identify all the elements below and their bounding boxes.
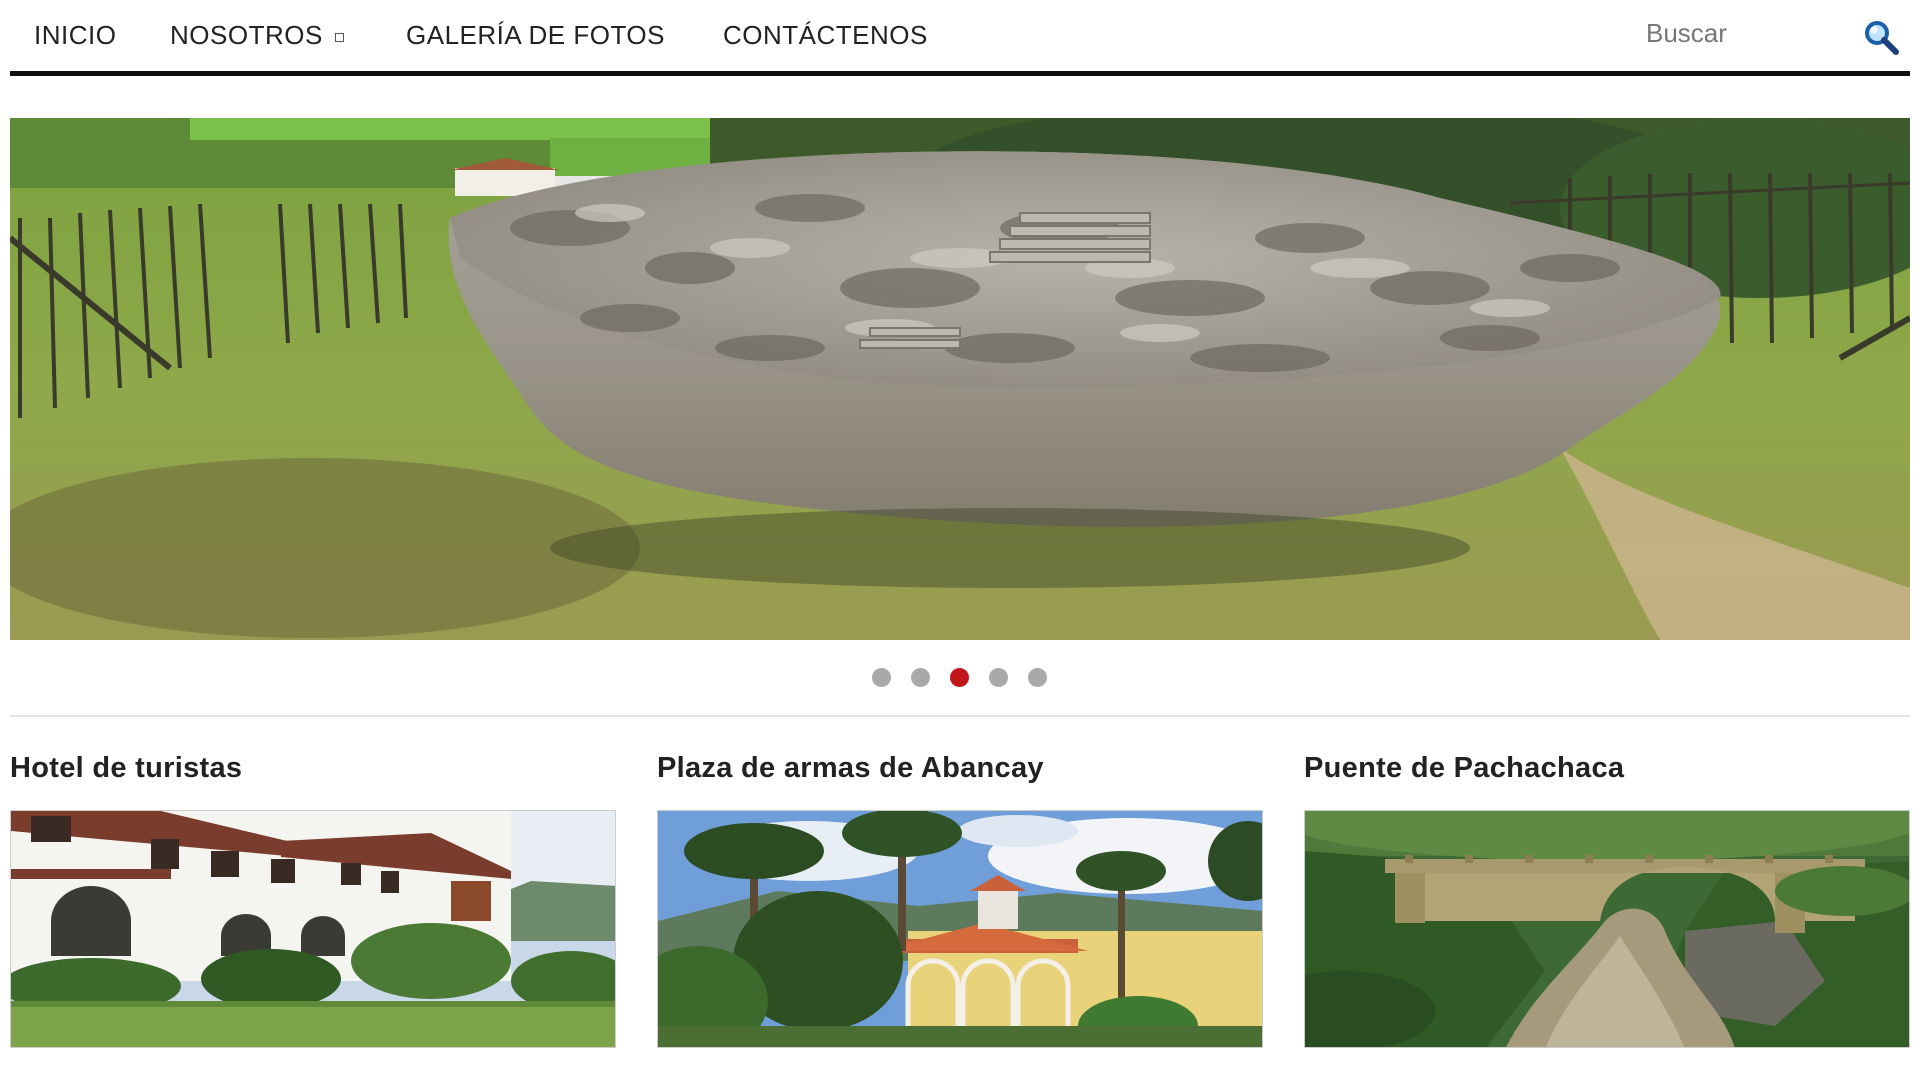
slide-image-stone-carving bbox=[10, 118, 1910, 640]
nav-item-label: INICIO bbox=[34, 20, 117, 50]
card-plaza-de-armas: Plaza de armas de Abancay bbox=[657, 752, 1263, 1048]
nav-item-inicio[interactable]: INICIO bbox=[34, 20, 116, 51]
page: INICIO NOSOTROS GALERÍA DE FOTOS CONTÁCT… bbox=[0, 0, 1920, 1080]
dropdown-caret-icon bbox=[334, 32, 344, 42]
card-photo-hotel[interactable] bbox=[10, 810, 616, 1048]
hotel-photo bbox=[11, 811, 615, 1047]
nav-item-label: CONTÁCTENOS bbox=[723, 20, 928, 50]
slider-pagination bbox=[0, 668, 1920, 688]
plaza-photo bbox=[658, 811, 1262, 1047]
nav-item-contactenos[interactable]: CONTÁCTENOS bbox=[723, 20, 928, 51]
section-divider bbox=[10, 715, 1910, 717]
search-button[interactable] bbox=[1862, 18, 1902, 58]
slider-dot-4[interactable] bbox=[989, 668, 1008, 687]
magnifier-icon bbox=[1865, 21, 1899, 55]
slider-dot-5[interactable] bbox=[1028, 668, 1047, 687]
bridge-photo bbox=[1305, 811, 1909, 1047]
main-nav: INICIO NOSOTROS GALERÍA DE FOTOS CONTÁCT… bbox=[10, 0, 1910, 76]
card-title[interactable]: Plaza de armas de Abancay bbox=[657, 752, 1263, 796]
slider-dot-1[interactable] bbox=[872, 668, 891, 687]
nav-item-nosotros[interactable]: NOSOTROS bbox=[170, 20, 344, 51]
card-title[interactable]: Puente de Pachachaca bbox=[1304, 752, 1910, 796]
card-title[interactable]: Hotel de turistas bbox=[10, 752, 616, 796]
card-puente-de-pachachaca: Puente de Pachachaca bbox=[1304, 752, 1910, 1048]
card-photo-puente[interactable] bbox=[1304, 810, 1910, 1048]
nav-item-galeria[interactable]: GALERÍA DE FOTOS bbox=[406, 20, 665, 51]
slider-dot-2[interactable] bbox=[911, 668, 930, 687]
search-input[interactable] bbox=[1630, 14, 1860, 52]
hero-slider[interactable] bbox=[10, 118, 1910, 640]
card-hotel-de-turistas: Hotel de turistas bbox=[10, 752, 616, 1048]
card-photo-plaza[interactable] bbox=[657, 810, 1263, 1048]
slider-dot-3[interactable] bbox=[950, 668, 969, 687]
nav-item-label: GALERÍA DE FOTOS bbox=[406, 20, 665, 50]
nav-item-label: NOSOTROS bbox=[170, 20, 323, 50]
